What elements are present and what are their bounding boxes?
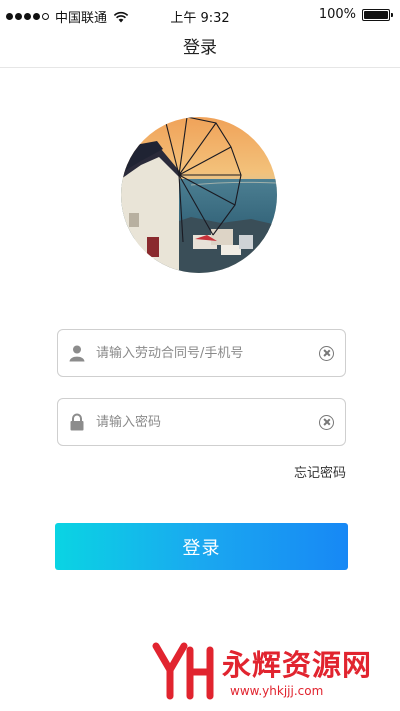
watermark-brand: 永辉资源网: [222, 648, 373, 682]
clear-icon[interactable]: [319, 346, 334, 361]
login-button[interactable]: 登录: [55, 523, 348, 570]
password-field: [57, 398, 346, 446]
nav-bar: 登录: [0, 30, 400, 68]
watermark-logo: [152, 642, 214, 700]
battery-icon: [362, 8, 393, 21]
watermark-url: www.yhkjjj.com: [230, 684, 324, 698]
user-icon: [69, 345, 85, 362]
avatar: [121, 117, 277, 273]
account-field: [57, 329, 346, 377]
lock-icon: [70, 413, 84, 431]
forgot-password-link[interactable]: 忘记密码: [294, 462, 346, 481]
status-bar: 中国联通 上午 9:32 100%: [0, 0, 400, 30]
page-title: 登录: [183, 38, 217, 58]
clear-icon[interactable]: [319, 415, 334, 430]
status-right: 100%: [318, 7, 393, 22]
password-input[interactable]: [96, 399, 311, 445]
avatar-image: [121, 117, 277, 273]
battery-percent: 100%: [318, 7, 356, 22]
account-input[interactable]: [96, 330, 311, 376]
watermark: 永辉资源网 www.yhkjjj.com: [150, 640, 380, 706]
